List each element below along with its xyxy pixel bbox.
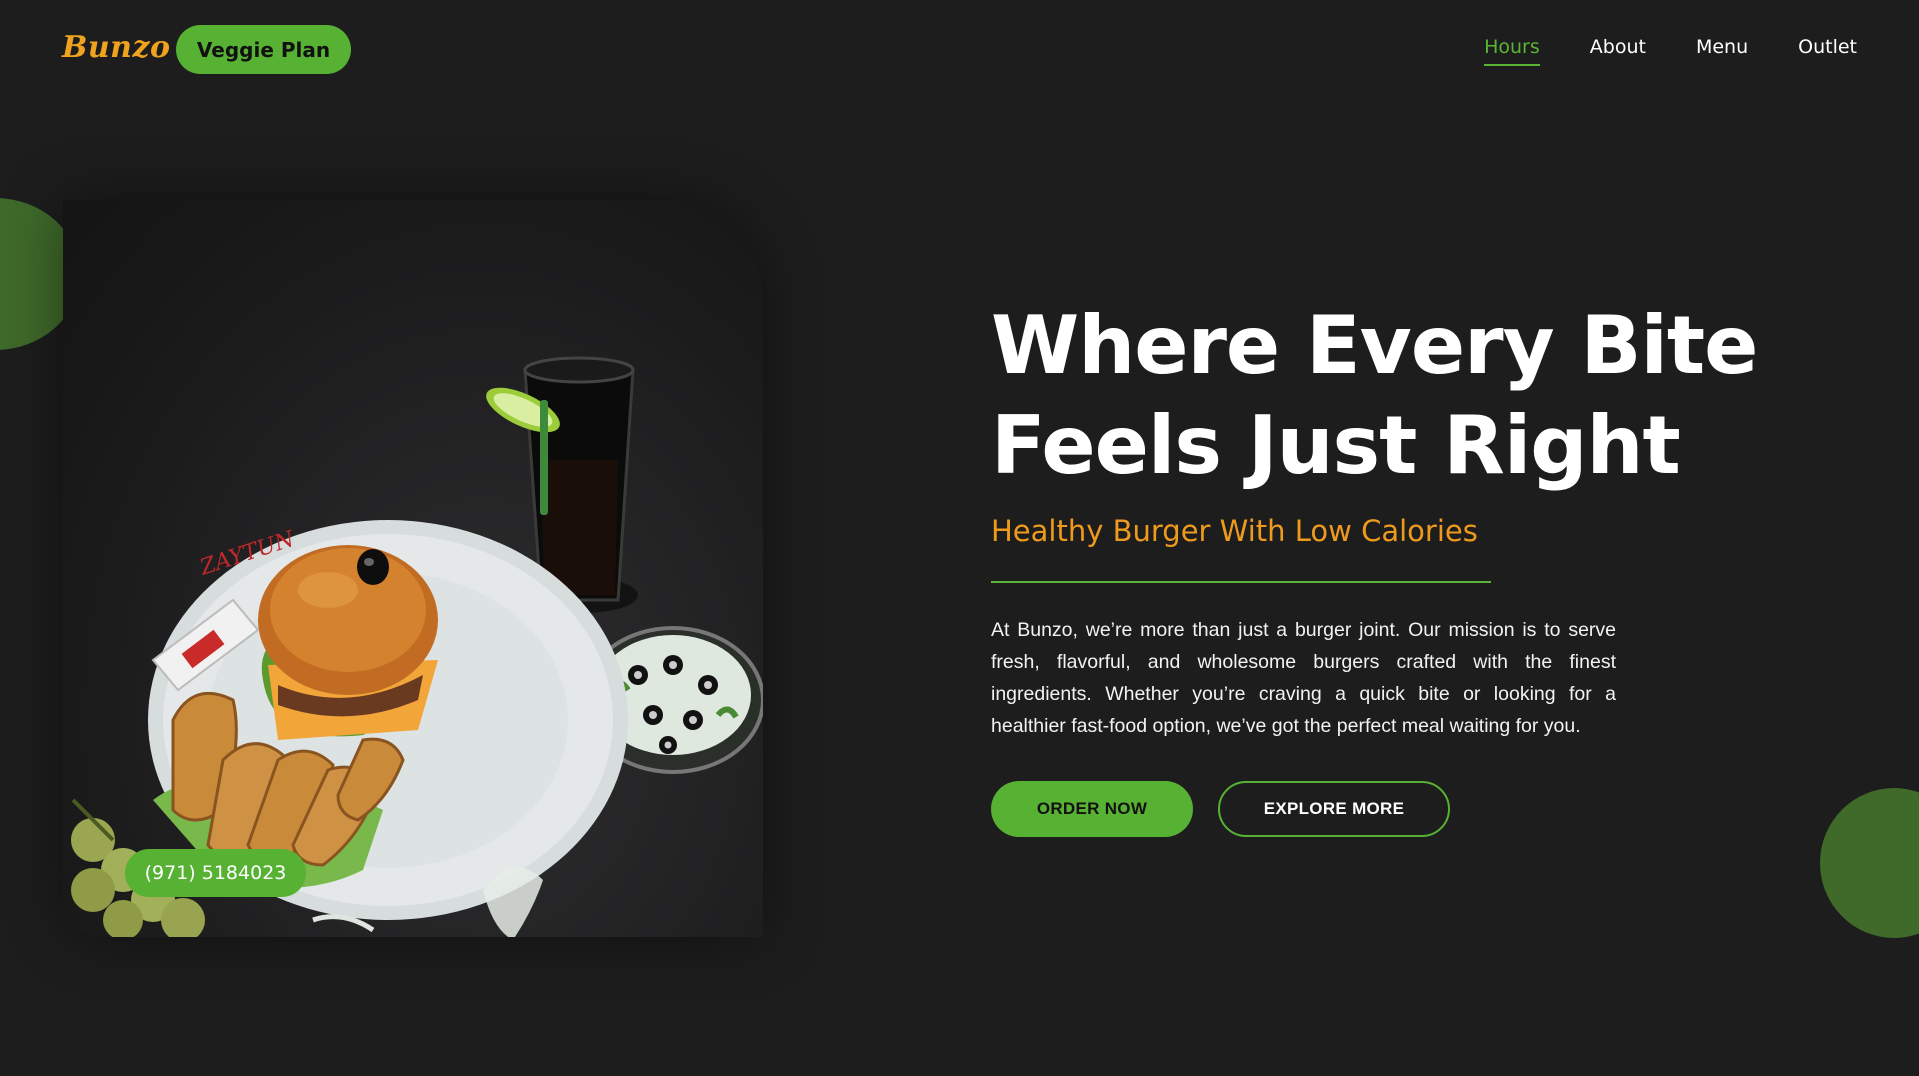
nav-item-about[interactable]: About bbox=[1590, 36, 1646, 66]
nav-item-hours[interactable]: Hours bbox=[1484, 36, 1540, 66]
order-now-button[interactable]: ORDER NOW bbox=[991, 781, 1193, 837]
hero-headline: Where Every Bite Feels Just Right bbox=[991, 296, 1871, 496]
nav-item-outlet[interactable]: Outlet bbox=[1798, 36, 1857, 66]
explore-more-button[interactable]: EXPLORE MORE bbox=[1218, 781, 1450, 837]
hero-description: At Bunzo, we’re more than just a burger … bbox=[991, 619, 1616, 737]
hero-headline-line2: Feels Just Right bbox=[991, 399, 1681, 492]
hero-food-image: ZAYTUN bbox=[63, 200, 763, 937]
nav-item-menu[interactable]: Menu bbox=[1696, 36, 1748, 66]
decorative-circle-right bbox=[1820, 788, 1919, 938]
hero-divider bbox=[991, 581, 1491, 583]
brand-logo[interactable]: Bunzo bbox=[62, 30, 171, 65]
veggie-plan-button[interactable]: Veggie Plan bbox=[176, 25, 351, 74]
burger-meal-illustration: ZAYTUN bbox=[71, 356, 763, 937]
hero-headline-line1: Where Every Bite bbox=[991, 299, 1758, 392]
main-nav: Hours About Menu Outlet bbox=[1484, 36, 1857, 66]
hero-subtitle: Healthy Burger With Low Calories bbox=[991, 514, 1478, 548]
phone-number-badge[interactable]: (971) 5184023 bbox=[125, 849, 306, 897]
